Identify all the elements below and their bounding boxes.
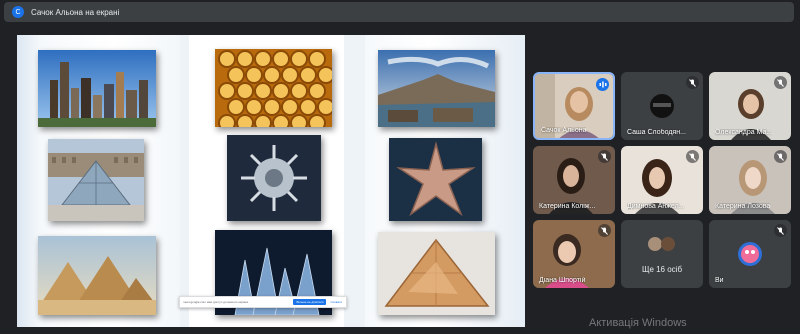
participant-name: Катерина Коліж... — [539, 203, 596, 210]
speaking-indicator-icon — [596, 78, 609, 91]
participant-name: Олександра Ма... — [715, 129, 773, 136]
participant-name: Сачок Альона — [541, 127, 587, 134]
windows-activation-watermark: Активація Windows — [589, 317, 687, 329]
stop-sharing-button[interactable]: Більше не ділитися — [293, 299, 327, 305]
participant-tile[interactable]: Димнова Анжел... — [621, 146, 703, 214]
hide-banner-button[interactable]: Сховати — [330, 300, 342, 304]
mineral-crystal-photo — [378, 232, 495, 315]
participant-tile[interactable]: Діана Шпортій — [533, 220, 615, 288]
volcano-landscape-photo — [378, 50, 495, 127]
presenter-label: Сачок Альона на екрані — [31, 7, 120, 17]
participant-name: Катерина Лозова — [715, 203, 771, 210]
city-skyline-photo — [38, 50, 156, 127]
participant-name: Саша Слободян... — [627, 129, 686, 136]
self-tile[interactable]: Ви — [709, 220, 791, 288]
participant-tile[interactable]: Катерина Коліж... — [533, 146, 615, 214]
mic-off-icon — [598, 150, 611, 163]
starfish-photo — [389, 138, 482, 221]
mic-off-icon — [774, 76, 787, 89]
participant-name: Димнова Анжел... — [627, 203, 685, 210]
screen-share-banner-text: meet.google.com має доступ до вашого екр… — [183, 300, 249, 304]
shared-screen: meet.google.com має доступ до вашого екр… — [17, 35, 525, 327]
pyramids-of-giza-photo — [38, 236, 156, 315]
participant-avatar — [648, 237, 662, 251]
pollen-grain-photo — [227, 135, 321, 221]
louvre-pyramid-photo — [48, 139, 144, 221]
participant-name: Ви — [715, 277, 724, 284]
presenter-avatar: С — [12, 6, 24, 18]
more-participants-tile[interactable]: Ще 16 осіб — [621, 220, 703, 288]
mic-off-icon — [774, 224, 787, 237]
participant-avatar — [661, 237, 675, 251]
participant-tile[interactable]: Олександра Ма... — [709, 72, 791, 140]
mic-off-icon — [686, 76, 699, 89]
participant-tile[interactable]: Катерина Лозова — [709, 146, 791, 214]
participant-tile[interactable]: Сачок Альона — [533, 72, 615, 140]
mic-off-icon — [598, 224, 611, 237]
mic-off-icon — [686, 150, 699, 163]
more-participants-label: Ще 16 осіб — [641, 265, 683, 274]
presenter-bar[interactable]: С Сачок Альона на екрані — [4, 2, 794, 22]
mic-off-icon — [774, 150, 787, 163]
honeycomb-photo — [215, 49, 332, 127]
meet-window: С Сачок Альона на екрані meet.google.com… — [0, 0, 800, 334]
participant-name: Діана Шпортій — [539, 277, 586, 284]
participant-tile[interactable]: Саша Слободян... — [621, 72, 703, 140]
screen-share-banner: meet.google.com має доступ до вашого екр… — [179, 296, 347, 308]
